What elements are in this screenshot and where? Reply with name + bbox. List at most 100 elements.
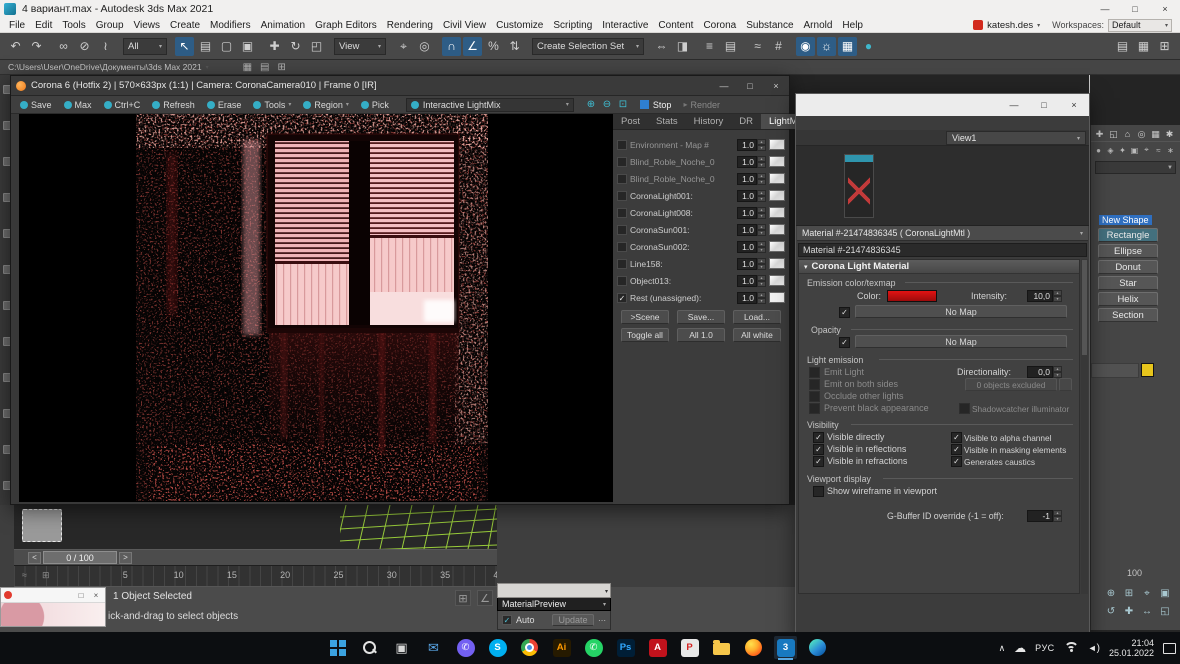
prevent-black-checkbox[interactable] (809, 403, 820, 414)
zoom-region-icon[interactable]: ▣ (1157, 585, 1173, 601)
corona-tab-dr[interactable]: DR (731, 114, 761, 129)
zoom-icon[interactable]: ⊕ (1103, 585, 1119, 601)
action-center-icon[interactable] (1163, 643, 1176, 654)
render-setup-icon[interactable]: ☼ (817, 37, 836, 56)
corona-render-button[interactable]: ▸Render (683, 100, 720, 110)
motion-tab-icon[interactable]: ◎ (1135, 127, 1148, 141)
shape-button-donut[interactable]: Donut (1098, 260, 1158, 274)
corona-copy-button[interactable]: Ctrl+C (99, 98, 146, 112)
start-new-shape-label[interactable]: New Shape (1099, 215, 1152, 225)
lightmix-color-swatch[interactable] (769, 173, 785, 184)
occlude-checkbox[interactable] (809, 391, 820, 402)
open-scene-icon[interactable]: ⊞ (277, 62, 285, 73)
lightmix-intensity-spinner[interactable]: 1.0▴▾ (737, 139, 766, 151)
shape-button-star[interactable]: Star (1098, 276, 1158, 290)
coordinate-mode-icon[interactable]: ∠ (477, 590, 493, 606)
render-canvas[interactable] (19, 114, 613, 502)
menu-modifiers[interactable]: Modifiers (205, 20, 256, 31)
shape-button-section[interactable]: Section (1098, 308, 1158, 322)
mirror-icon[interactable]: ⇔ (652, 37, 671, 56)
capture-close-button[interactable]: × (90, 591, 102, 600)
select-and-link-icon[interactable]: ∞ (54, 37, 73, 56)
display-tab-icon[interactable]: ▦ (1149, 127, 1162, 141)
mail-icon[interactable]: ✉ (422, 636, 445, 659)
undo-icon[interactable]: ↶ (6, 37, 25, 56)
lightmix-intensity-spinner[interactable]: 1.0▴▾ (737, 275, 766, 287)
lightmix-intensity-spinner[interactable]: 1.0▴▾ (737, 224, 766, 236)
reference-coordinate-dropdown[interactable]: View▾ (334, 38, 386, 55)
volume-icon[interactable]: ◄) (1088, 643, 1100, 654)
corona-titlebar[interactable]: Corona 6 (Hotfix 2) | 570×633px (1:1) | … (11, 76, 789, 96)
lights-category-icon[interactable]: ✦ (1117, 144, 1128, 156)
utilities-tab-icon[interactable]: ✱ (1163, 127, 1176, 141)
workspace-layout-icon-1[interactable]: ▤ (1113, 37, 1132, 56)
lightmix-intensity-spinner[interactable]: 1.0▴▾ (737, 258, 766, 270)
emission-map-button[interactable]: No Map (855, 305, 1067, 318)
create-tab-icon[interactable]: ✚ (1093, 127, 1106, 141)
shape-type-dropdown[interactable]: ▼ (1095, 161, 1176, 174)
close-button[interactable]: × (1150, 0, 1180, 18)
select-object-icon[interactable]: ↖ (175, 37, 194, 56)
menu-customize[interactable]: Customize (491, 20, 548, 31)
intensity-spinner[interactable]: 10,0▴▾ (1027, 290, 1062, 302)
bottom-viewport[interactable] (14, 505, 497, 549)
menu-corona[interactable]: Corona (698, 20, 741, 31)
minimize-button[interactable]: — (1090, 0, 1120, 18)
lightmix-color-swatch[interactable] (769, 156, 785, 167)
lightmix-intensity-spinner[interactable]: 1.0▴▾ (737, 173, 766, 185)
emit-both-sides-checkbox[interactable] (809, 379, 820, 390)
redo-icon[interactable]: ↷ (27, 37, 46, 56)
emission-map-checkbox[interactable]: ✓ (839, 307, 850, 318)
lightmix-load-button[interactable]: Load... (733, 310, 781, 324)
search-icon[interactable] (358, 636, 381, 659)
select-and-move-icon[interactable]: ✚ (265, 37, 284, 56)
visibility-checkbox[interactable]: ✓ (951, 444, 962, 455)
geometry-category-icon[interactable]: ● (1093, 144, 1104, 156)
whatsapp-icon[interactable]: ✆ (582, 636, 605, 659)
corona-erase-button[interactable]: Erase (202, 98, 247, 112)
curve-editor-icon[interactable]: ≈ (748, 37, 767, 56)
align-icon[interactable]: ◨ (673, 37, 692, 56)
lightmix-color-swatch[interactable] (769, 190, 785, 201)
task-view-icon[interactable]: ▣ (390, 636, 413, 659)
modify-tab-icon[interactable]: ◱ (1107, 127, 1120, 141)
corona-stop-button[interactable]: Stop (640, 100, 672, 110)
use-pivot-point-icon[interactable]: ⌖ (394, 37, 413, 56)
capture-maximize-button[interactable]: □ (75, 591, 87, 600)
language-indicator[interactable]: РУС (1035, 643, 1055, 653)
select-and-manipulate-icon[interactable]: ◎ (415, 37, 434, 56)
corona-max-button[interactable]: Max (59, 98, 97, 112)
angle-snap-icon[interactable]: ∠ (463, 37, 482, 56)
lightmix-color-swatch[interactable] (769, 258, 785, 269)
pdf-icon[interactable]: P (678, 636, 701, 659)
vfb-zoom-in-icon[interactable]: ⊕ (584, 98, 598, 112)
shape-button-helix[interactable]: Helix (1098, 292, 1158, 306)
lightmix-color-swatch[interactable] (769, 224, 785, 235)
shapes-category-icon[interactable]: ◈ (1105, 144, 1116, 156)
view1-tab[interactable]: View1▾ (946, 131, 1086, 145)
corona-minimize-button[interactable]: — (711, 76, 737, 96)
material-editor-minimize-button[interactable]: — (999, 94, 1029, 116)
menu-arnold[interactable]: Arnold (799, 20, 838, 31)
visibility-checkbox[interactable]: ✓ (951, 432, 962, 443)
acrobat-icon[interactable]: A (646, 636, 669, 659)
lightmix-color-swatch[interactable] (769, 207, 785, 218)
zoom-all-icon[interactable]: ⊞ (1121, 585, 1137, 601)
lightmix-all-white-button[interactable]: All white (733, 328, 781, 342)
lightmix-color-swatch[interactable] (769, 241, 785, 252)
window-crossing-icon[interactable]: ▣ (238, 37, 257, 56)
project-path[interactable]: C:\Users\User\OneDrive\Документы\3ds Max… (8, 62, 202, 72)
corona-light-material-rollout[interactable]: ▾Corona Light Material (799, 260, 1079, 274)
cameras-category-icon[interactable]: ▣ (1129, 144, 1140, 156)
maximize-viewport-icon[interactable]: ◱ (1157, 603, 1173, 619)
visibility-checkbox[interactable]: ✓ (813, 432, 824, 443)
lightmix-toggle-all-button[interactable]: Toggle all (621, 328, 669, 342)
lightmix-intensity-spinner[interactable]: 1.0▴▾ (737, 207, 766, 219)
lightmix-checkbox[interactable] (617, 242, 627, 252)
scene-explorer-icon[interactable]: ≡ (700, 37, 719, 56)
select-and-scale-icon[interactable]: ◰ (307, 37, 326, 56)
menu-interactive[interactable]: Interactive (597, 20, 653, 31)
field-of-view-icon[interactable]: ↔ (1139, 603, 1155, 619)
emit-light-checkbox[interactable] (809, 367, 820, 378)
directionality-spinner[interactable]: 0,0▴▾ (1027, 366, 1062, 378)
